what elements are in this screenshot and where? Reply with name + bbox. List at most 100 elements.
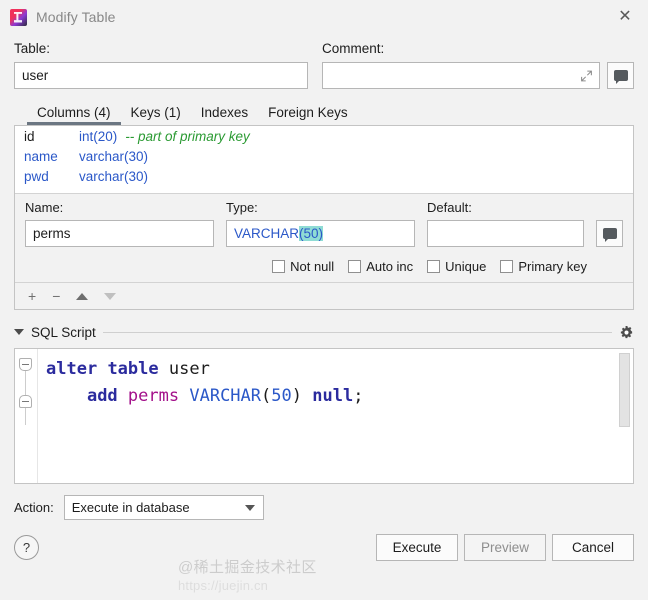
- tab-bar: Columns (4) Keys (1) Indexes Foreign Key…: [14, 100, 634, 125]
- checkbox-not-null[interactable]: Not null: [272, 259, 334, 274]
- intellij-idea-logo-icon: [10, 8, 27, 26]
- action-select[interactable]: Execute in database: [63, 495, 264, 520]
- fold-marker-icon[interactable]: [19, 358, 32, 371]
- sql-keyword-alter: alter: [46, 359, 98, 379]
- comment-row: [322, 62, 634, 89]
- plus-icon[interactable]: +: [28, 289, 36, 303]
- column-type: int(20): [79, 129, 118, 144]
- column-type: varchar(30): [79, 169, 149, 184]
- sql-identifier-column: perms: [127, 386, 180, 406]
- minus-icon[interactable]: −: [52, 289, 60, 303]
- column-list[interactable]: id int(20) -- part of primary key name v…: [15, 126, 633, 193]
- column-name: pwd: [24, 169, 49, 184]
- default-input[interactable]: [427, 220, 584, 247]
- type-field-group: Type: VARCHAR (50): [226, 200, 415, 247]
- arrow-up-icon[interactable]: [76, 292, 89, 300]
- editor-scrollbar[interactable]: [619, 353, 630, 427]
- help-button[interactable]: ?: [14, 535, 39, 560]
- sql-code[interactable]: alter table user add perms VARCHAR(50) n…: [38, 349, 633, 483]
- sql-semicolon: ;: [353, 386, 364, 406]
- table-label: Table:: [14, 41, 51, 56]
- caret-down-icon[interactable]: [14, 329, 24, 335]
- columns-panel: id int(20) -- part of primary key name v…: [14, 125, 634, 310]
- column-type: varchar(30): [79, 149, 149, 164]
- type-input[interactable]: VARCHAR (50): [226, 220, 415, 247]
- sql-type: VARCHAR: [189, 386, 262, 406]
- sql-close-paren: ): [291, 386, 302, 406]
- tab-keys[interactable]: Keys (1): [121, 105, 191, 125]
- footer-buttons: Execute Preview Cancel: [376, 534, 634, 561]
- tab-columns[interactable]: Columns (4): [27, 105, 121, 125]
- name-field-group: Name: perms: [25, 200, 214, 247]
- comment-input[interactable]: [322, 62, 600, 89]
- watermark-url: https://juejin.cn: [178, 578, 269, 593]
- gear-icon[interactable]: [619, 325, 634, 340]
- close-icon[interactable]: ✕: [614, 6, 636, 28]
- title-bar: Modify Table ✕: [0, 0, 648, 34]
- column-editor-fields: Name: perms Type: VARCHAR (50) Default:: [25, 200, 623, 247]
- dialog-body: Table: user Comment: Columns (4) Keys (1…: [0, 34, 648, 561]
- checkbox-auto-inc[interactable]: Auto inc: [348, 259, 413, 274]
- checkbox-unique[interactable]: Unique: [427, 259, 486, 274]
- execute-button[interactable]: Execute: [376, 534, 458, 561]
- fold-marker-icon[interactable]: [19, 395, 32, 408]
- checkbox-label: Primary key: [518, 259, 587, 274]
- table-field-group: Table: user: [14, 41, 308, 89]
- type-value-selected: (50): [299, 226, 324, 241]
- tab-foreign-keys[interactable]: Foreign Keys: [258, 105, 358, 125]
- editor-gutter: [15, 349, 38, 483]
- action-row: Action: Execute in database: [14, 495, 634, 520]
- dialog-footer: ? Execute Preview Cancel: [14, 534, 634, 561]
- caret-down-icon: [244, 504, 255, 511]
- checkbox-label: Not null: [290, 259, 335, 274]
- checkbox-primary-key[interactable]: Primary key: [500, 259, 587, 274]
- comment-bubble-button[interactable]: [607, 62, 634, 89]
- column-name: name: [24, 149, 58, 164]
- cancel-button[interactable]: Cancel: [552, 534, 634, 561]
- tab-indexes[interactable]: Indexes: [191, 105, 258, 125]
- comment-input-wrap: [322, 62, 600, 89]
- preview-button[interactable]: Preview: [464, 534, 546, 561]
- watermark-text: @稀土掘金技术社区: [178, 559, 317, 576]
- name-input[interactable]: perms: [25, 220, 214, 247]
- window-title: Modify Table: [36, 9, 116, 25]
- action-select-value: Execute in database: [71, 500, 190, 515]
- sql-script-header: SQL Script: [14, 322, 634, 342]
- comment-bubble-icon: [602, 228, 617, 242]
- expand-arrows-icon[interactable]: [580, 69, 593, 82]
- column-editor: Name: perms Type: VARCHAR(50) Default:: [15, 193, 633, 282]
- checkbox-box-icon: [427, 260, 441, 273]
- table-row[interactable]: id int(20) -- part of primary key: [15, 129, 633, 149]
- sql-identifier-table: user: [168, 359, 210, 379]
- table-row[interactable]: name varchar(30): [15, 149, 633, 169]
- column-list-toolbar: + −: [15, 282, 633, 309]
- column-comment: -- part of primary key: [125, 129, 250, 144]
- sql-keyword-table: table: [107, 359, 159, 379]
- comment-bubble-icon: [613, 70, 628, 84]
- checkbox-box-icon: [272, 260, 286, 273]
- comment-label: Comment:: [322, 41, 385, 56]
- default-bubble-button-wrap: [596, 220, 623, 247]
- sql-open-paren: (: [261, 386, 272, 406]
- type-value-prefix: VARCHAR: [234, 226, 300, 241]
- comment-field-group: Comment:: [322, 41, 634, 89]
- sql-keyword-add: add: [86, 386, 118, 406]
- name-label: Name:: [25, 200, 64, 215]
- sql-keyword-null: null: [312, 386, 354, 406]
- default-field-group: Default:: [427, 200, 584, 247]
- sql-script-editor[interactable]: alter table user add perms VARCHAR(50) n…: [14, 348, 634, 484]
- checkbox-label: Unique: [445, 259, 487, 274]
- fold-line: [25, 363, 26, 425]
- type-label: Type:: [226, 200, 258, 215]
- table-row[interactable]: pwd varchar(30): [15, 169, 633, 189]
- checkbox-label: Auto inc: [366, 259, 414, 274]
- action-label: Action:: [14, 500, 54, 515]
- divider: [102, 331, 612, 333]
- default-bubble-button[interactable]: [596, 220, 623, 247]
- watermark: @稀土掘金技术社区 https://juejin.cn: [178, 556, 618, 593]
- table-input[interactable]: user: [14, 62, 308, 89]
- column-name: id: [24, 129, 35, 144]
- column-flags: Not null Auto inc Unique Primary key: [25, 259, 623, 274]
- table-comment-row: Table: user Comment:: [14, 34, 634, 89]
- sql-size: 50: [271, 386, 292, 406]
